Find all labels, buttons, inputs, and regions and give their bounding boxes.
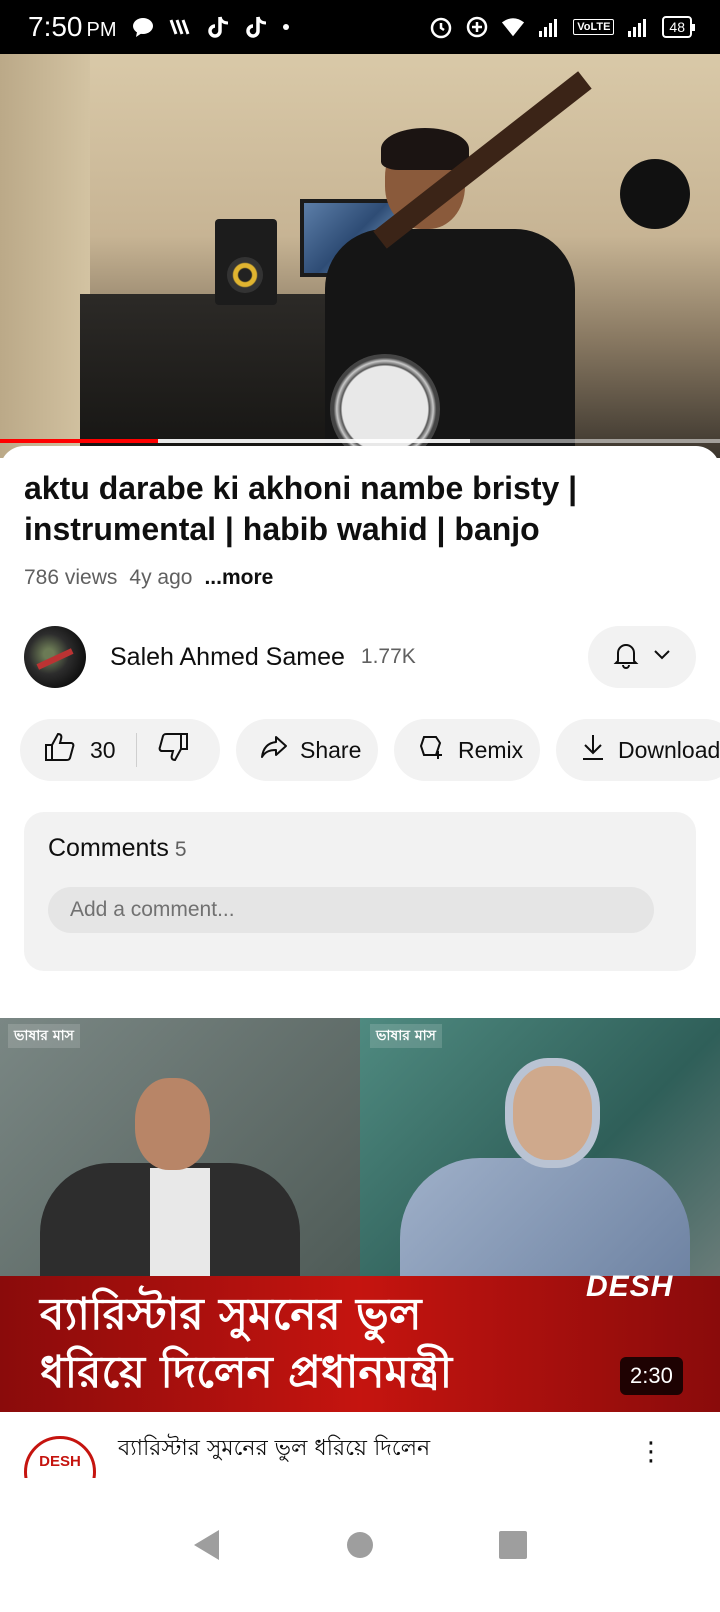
remix-icon — [418, 733, 446, 767]
bell-icon — [613, 641, 639, 674]
next-video-thumbnail[interactable]: ব্যারিস্টার সুমনের ভুল ধরিয়ে দিলেন প্রধ… — [0, 1018, 720, 1412]
more-vert-icon[interactable]: ⋮ — [636, 1438, 666, 1468]
channel-name[interactable]: Saleh Ahmed Samee — [110, 643, 345, 672]
channel-avatar[interactable] — [24, 626, 86, 688]
thumbs-up-icon — [44, 732, 76, 768]
progress-played[interactable] — [0, 439, 159, 443]
share-label: Share — [300, 736, 362, 763]
thumbnail-caption: ব্যারিস্টার সুমনের ভুল ধরিয়ে দিলেন প্রধ… — [40, 1289, 453, 1398]
signal-icon — [537, 15, 561, 39]
more-notifications-dot-icon — [282, 24, 289, 30]
video-title[interactable]: aktu darabe ki akhoni nambe bristy | ins… — [24, 468, 684, 550]
home-button[interactable] — [340, 1525, 380, 1565]
back-triangle-icon — [193, 1530, 219, 1560]
remix-label: Remix — [458, 736, 524, 763]
channel-row[interactable]: Saleh Ahmed Samee 1.77K — [24, 626, 696, 688]
video-player[interactable] — [0, 54, 720, 458]
download-button[interactable]: Download — [556, 719, 720, 781]
signal-icon — [626, 15, 650, 39]
dislike-button[interactable] — [157, 732, 189, 768]
more-link[interactable]: ...more — [204, 566, 273, 590]
next-video-info[interactable]: DESH ব্যারিস্টার সুমনের ভুল ধরিয়ে দিলেন… — [0, 1412, 720, 1478]
thumbs-down-icon — [157, 733, 189, 767]
video-duration: 2:30 — [620, 1357, 683, 1395]
view-count: 786 views — [24, 566, 118, 589]
recents-button[interactable] — [493, 1525, 533, 1565]
upload-age: 4y ago — [129, 566, 193, 589]
alarm-icon — [429, 15, 453, 39]
remix-button[interactable]: Remix — [394, 719, 540, 781]
comments-count: 5 — [174, 838, 187, 861]
share-icon — [260, 735, 288, 765]
action-bar: 30 Share Remix Download — [20, 719, 720, 781]
desh-logo: DESH — [586, 1270, 674, 1303]
wifi-calling-icon — [169, 15, 193, 39]
download-label: Download — [618, 736, 720, 763]
divider — [135, 733, 137, 767]
wifi-icon — [501, 15, 525, 39]
tiktok-icon — [245, 15, 269, 39]
add-comment-input[interactable]: Add a comment... — [48, 887, 654, 933]
like-dislike-group: 30 — [20, 719, 220, 781]
recents-square-icon — [499, 1531, 528, 1559]
data-saver-icon — [465, 15, 489, 39]
next-video-title[interactable]: ব্যারিস্টার সুমনের ভুল ধরিয়ে দিলেন — [118, 1434, 598, 1464]
message-icon — [131, 15, 155, 39]
notifications-button[interactable] — [588, 626, 696, 688]
comments-title: Comments — [48, 834, 169, 862]
home-circle-icon — [346, 1532, 373, 1558]
download-icon — [580, 733, 606, 767]
back-button[interactable] — [187, 1525, 227, 1565]
video-meta[interactable]: 786 views 4y ago ...more — [24, 566, 273, 590]
share-button[interactable]: Share — [236, 719, 378, 781]
comments-panel[interactable]: Comments 5 Add a comment... — [24, 812, 696, 971]
tiktok-icon — [207, 15, 231, 39]
battery-icon: 48 — [662, 16, 695, 38]
status-time: 7:50 PM — [28, 11, 117, 42]
like-count: 30 — [90, 736, 116, 763]
like-button[interactable]: 30 — [44, 732, 116, 768]
channel-watermark: ভাষার মাস — [8, 1024, 80, 1048]
chevron-down-icon — [653, 648, 671, 666]
subscriber-count: 1.77K — [360, 645, 416, 668]
next-channel-avatar[interactable]: DESH — [24, 1436, 96, 1478]
volte-badge: VoLTE — [573, 19, 615, 35]
channel-watermark: ভাষার মাস — [370, 1024, 442, 1048]
status-bar: 7:50 PM VoLTE 48 — [0, 0, 720, 54]
system-nav-bar — [0, 1478, 720, 1612]
